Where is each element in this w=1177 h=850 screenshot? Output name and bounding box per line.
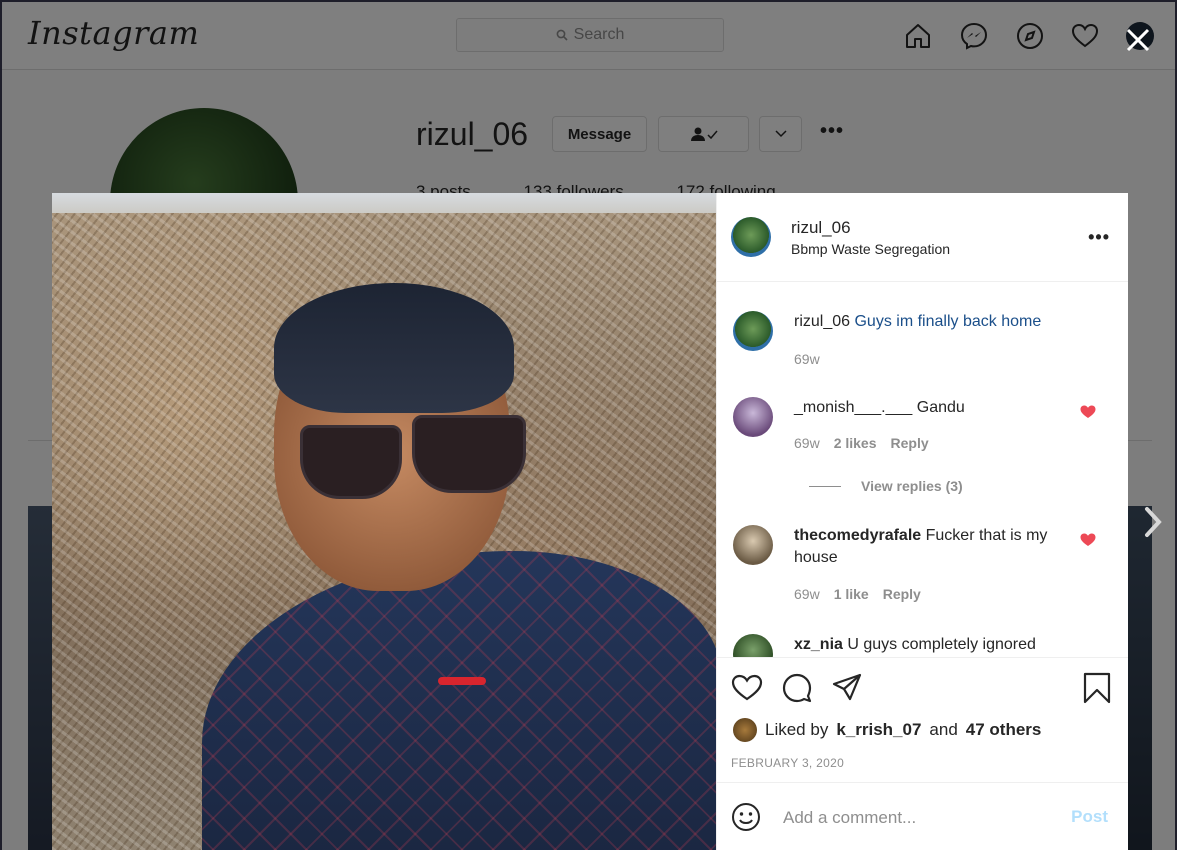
comment-item: thecomedyrafale Fucker that is my house … xyxy=(733,525,1112,615)
comments-list[interactable]: rizul_06 Guys im finally back home 69w _… xyxy=(717,282,1128,657)
comment-time[interactable]: 69w xyxy=(794,586,820,602)
close-modal-button[interactable] xyxy=(1122,24,1154,56)
liked-by-others[interactable]: 47 others xyxy=(966,720,1042,740)
view-replies-link[interactable]: View replies (3) xyxy=(809,478,963,494)
post-comment-button[interactable]: Post xyxy=(1071,807,1108,827)
liked-by-prefix: Liked by xyxy=(765,720,829,739)
post-header: rizul_06 Bbmp Waste Segregation ••• xyxy=(717,193,1128,282)
caption-meta: 69w xyxy=(794,351,820,367)
comment-like-heart-icon[interactable] xyxy=(1080,405,1096,419)
comment-meta: 69w 1 like Reply xyxy=(794,586,921,602)
close-icon xyxy=(1126,28,1150,52)
caption-avatar[interactable] xyxy=(733,311,773,351)
comment-avatar[interactable] xyxy=(733,397,773,437)
caption-text: Guys im finally back home xyxy=(854,313,1042,330)
comment-meta: 69w 2 likes Reply xyxy=(794,435,929,451)
comment-bubble-icon[interactable] xyxy=(781,672,813,704)
save-bookmark-icon[interactable] xyxy=(1081,672,1113,704)
caption-username[interactable]: rizul_06 xyxy=(794,313,850,330)
post-location[interactable]: Bbmp Waste Segregation xyxy=(791,241,950,257)
author-avatar[interactable] xyxy=(731,217,771,257)
comment-item: xz_nia U guys completely ignored xyxy=(733,634,1112,657)
comment-text: U guys completely ignored xyxy=(847,636,1036,653)
view-replies-text: View replies (3) xyxy=(861,478,963,494)
liked-by-user[interactable]: k_rrish_07 xyxy=(836,720,921,740)
comment-time[interactable]: 69w xyxy=(794,435,820,451)
comment-body: thecomedyrafale Fucker that is my house xyxy=(794,525,1054,569)
comment-avatar[interactable] xyxy=(733,525,773,565)
reply-link[interactable]: Reply xyxy=(883,586,921,602)
comment-body: _monish___.___ Gandu xyxy=(794,397,1054,419)
post-date[interactable]: FEBRUARY 3, 2020 xyxy=(731,756,844,770)
author-username[interactable]: rizul_06 xyxy=(791,218,851,238)
caption-item: rizul_06 Guys im finally back home 69w xyxy=(733,311,1112,371)
liked-by-row: Liked by k_rrish_07 and 47 others xyxy=(733,718,1041,742)
emoji-icon[interactable] xyxy=(731,802,761,832)
share-paper-plane-icon[interactable] xyxy=(831,672,863,704)
comment-username[interactable]: thecomedyrafale xyxy=(794,527,921,544)
post-options-icon[interactable]: ••• xyxy=(1088,227,1110,248)
like-heart-icon[interactable] xyxy=(731,672,763,704)
photo-sunglasses-left xyxy=(300,425,402,499)
comment-like-heart-icon[interactable] xyxy=(1080,533,1096,547)
post-photo[interactable] xyxy=(52,193,716,850)
photo-collar-button xyxy=(438,677,486,685)
reply-link[interactable]: Reply xyxy=(891,435,929,451)
comment-avatar[interactable] xyxy=(733,634,773,657)
photo-sunglasses-right xyxy=(412,415,526,493)
comment-username[interactable]: xz_nia xyxy=(794,636,843,653)
post-sidebar: rizul_06 Bbmp Waste Segregation ••• rizu… xyxy=(716,193,1128,850)
add-comment-bar: Post xyxy=(717,782,1128,850)
comment-likes[interactable]: 1 like xyxy=(834,586,869,602)
comment-body: xz_nia U guys completely ignored xyxy=(794,634,1094,656)
liked-by-and: and xyxy=(929,720,958,739)
next-post-arrow-icon[interactable] xyxy=(1140,505,1166,539)
comment-text: Gandu xyxy=(916,399,965,416)
replies-line xyxy=(809,485,841,487)
comment-username[interactable]: _monish___.___ xyxy=(794,399,912,416)
caption-body: rizul_06 Guys im finally back home xyxy=(794,311,1094,333)
post-modal: rizul_06 Bbmp Waste Segregation ••• rizu… xyxy=(52,193,1128,850)
comment-likes[interactable]: 2 likes xyxy=(834,435,877,451)
caption-time[interactable]: 69w xyxy=(794,351,820,367)
add-comment-input[interactable] xyxy=(781,799,1045,837)
photo-hair xyxy=(274,283,514,413)
post-actions: Liked by k_rrish_07 and 47 others FEBRUA… xyxy=(717,657,1128,782)
liked-by-avatar[interactable] xyxy=(733,718,757,742)
